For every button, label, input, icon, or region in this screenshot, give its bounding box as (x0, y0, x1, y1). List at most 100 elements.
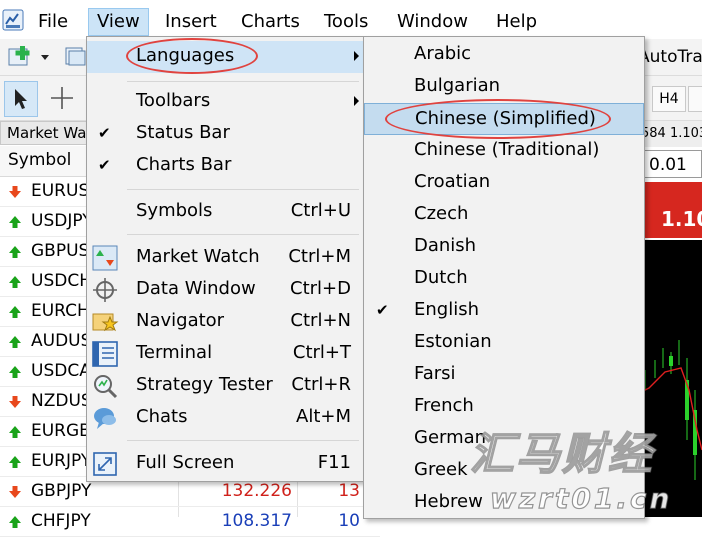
column-symbol[interactable]: Symbol (8, 150, 71, 170)
lang-farsi[interactable]: Farsi (364, 359, 644, 391)
menu-item-label: Farsi (414, 363, 456, 384)
view-menu-charts-bar[interactable]: ✔ Charts Bar (87, 150, 365, 182)
menu-item-label: Chinese (Simplified) (415, 108, 596, 129)
arrow-up-icon (9, 336, 21, 348)
chat-bubble-icon (94, 408, 116, 429)
menu-item-label: Bulgarian (414, 75, 501, 96)
checkmark-icon: ✔ (98, 156, 111, 174)
symbol-name: EURJPY (31, 451, 92, 471)
market-watch-title: Market Wa (0, 121, 96, 145)
menu-file[interactable]: File (30, 9, 76, 35)
menu-charts[interactable]: Charts (233, 9, 308, 35)
crosshair-target-icon (93, 278, 117, 302)
menu-item-label: Strategy Tester (136, 374, 273, 395)
bid-price: 132.226 (221, 481, 292, 501)
lot-size-input[interactable]: 0.01 (644, 150, 702, 178)
lang-czech[interactable]: Czech (364, 199, 644, 231)
arrow-up-icon (9, 516, 21, 528)
view-menu-navigator[interactable]: Navigator Ctrl+N (87, 306, 365, 338)
menu-item-label: Status Bar (136, 122, 230, 143)
menu-help[interactable]: Help (488, 9, 545, 35)
menu-separator (127, 189, 359, 190)
app-logo-icon[interactable] (2, 9, 24, 31)
menu-item-label: Chinese (Traditional) (414, 139, 600, 160)
strategy-tester-magnifier-icon (94, 375, 118, 399)
menu-item-label: Charts Bar (136, 154, 232, 175)
menu-separator (127, 440, 359, 441)
menu-shortcut: Ctrl+D (290, 278, 351, 299)
menu-item-label: Toolbars (136, 90, 211, 111)
menu-item-label: Estonian (414, 331, 492, 352)
menu-shortcut: Ctrl+M (288, 246, 351, 267)
view-menu-symbols[interactable]: Symbols Ctrl+U (87, 196, 365, 228)
symbol-name: GBPJPY (31, 481, 92, 501)
ask-price: 13 (338, 481, 360, 501)
arrow-up-icon (9, 216, 21, 228)
menu-item-label: Data Window (136, 278, 256, 299)
lang-chinese-simplified[interactable]: Chinese (Simplified) (364, 103, 644, 135)
view-menu-market-watch[interactable]: Market Watch Ctrl+M (87, 242, 365, 274)
symbol-name: CHFJPY (31, 511, 91, 531)
menu-item-label: Symbols (136, 200, 213, 221)
checkmark-icon: ✔ (376, 301, 389, 319)
view-menu-chats[interactable]: Chats Alt+M (87, 402, 365, 434)
market-watch-row[interactable]: CHFJPY 108.317 10 (0, 506, 380, 537)
crosshair-icon[interactable] (50, 86, 74, 110)
autotrading-button[interactable]: AutoTra (638, 47, 702, 67)
view-menu: Languages Toolbars ✔ Status Bar ✔ Charts… (86, 36, 366, 482)
view-menu-full-screen[interactable]: Full Screen F11 (87, 448, 365, 480)
menu-insert[interactable]: Insert (157, 9, 225, 35)
ask-price: 10 (338, 511, 360, 531)
menu-view[interactable]: View (88, 8, 149, 36)
menu-item-label: Hebrew (414, 491, 483, 512)
bid-price: 108.317 (221, 511, 292, 531)
menu-separator (127, 81, 359, 82)
lang-english[interactable]: ✔ English (364, 295, 644, 327)
lang-dutch[interactable]: Dutch (364, 263, 644, 295)
menu-shortcut: F11 (317, 452, 351, 473)
lang-estonian[interactable]: Estonian (364, 327, 644, 359)
arrow-down-icon (9, 486, 21, 498)
menu-item-label: Terminal (136, 342, 213, 363)
timeframe-h4-button[interactable]: H4 (652, 86, 686, 112)
arrow-up-icon (9, 306, 21, 318)
view-menu-strategy-tester[interactable]: Strategy Tester Ctrl+R (87, 370, 365, 402)
view-menu-status-bar[interactable]: ✔ Status Bar (87, 118, 365, 150)
menu-separator (127, 234, 359, 235)
menu-item-label: Chats (136, 406, 188, 427)
menu-shortcut: Alt+M (296, 406, 351, 427)
menu-item-label: Greek (414, 459, 468, 480)
view-menu-data-window[interactable]: Data Window Ctrl+D (87, 274, 365, 306)
arrow-down-icon (9, 186, 21, 198)
lang-bulgarian[interactable]: Bulgarian (364, 71, 644, 103)
menu-window[interactable]: Window (389, 9, 476, 35)
one-click-quote: 584 1.103 (641, 121, 702, 147)
candle-body (669, 356, 673, 366)
new-chart-icon[interactable] (8, 46, 34, 68)
view-menu-terminal[interactable]: Terminal Ctrl+T (87, 338, 365, 370)
lang-arabic[interactable]: Arabic (364, 39, 644, 71)
cursor-tool-button[interactable] (4, 81, 38, 117)
sell-button[interactable]: 1.10 (643, 182, 702, 238)
lang-croatian[interactable]: Croatian (364, 167, 644, 199)
menu-item-label: Market Watch (136, 246, 260, 267)
arrow-down-icon (9, 396, 21, 408)
watermark-logo-text: 汇马财经 (469, 428, 654, 481)
view-menu-toolbars[interactable]: Toolbars (87, 86, 365, 118)
menu-item-label: Languages (136, 45, 235, 66)
menu-shortcut: Ctrl+R (291, 374, 351, 395)
market-watch-icon (92, 245, 118, 271)
full-screen-icon (93, 452, 117, 476)
watermark-url: wzrt01.cn (489, 481, 673, 515)
chevron-down-icon[interactable] (40, 54, 50, 62)
menu-tools[interactable]: Tools (316, 9, 376, 35)
timeframe-d1-button[interactable] (688, 86, 702, 112)
view-menu-languages[interactable]: Languages (87, 41, 365, 73)
lang-chinese-traditional[interactable]: Chinese (Traditional) (364, 135, 644, 167)
menu-item-label: Navigator (136, 310, 225, 331)
profiles-icon[interactable] (64, 46, 86, 68)
menu-bar: File View Insert Charts Tools Window Hel… (0, 0, 702, 38)
lang-danish[interactable]: Danish (364, 231, 644, 263)
menu-item-label: Czech (414, 203, 469, 224)
submenu-arrow-icon (354, 51, 359, 61)
